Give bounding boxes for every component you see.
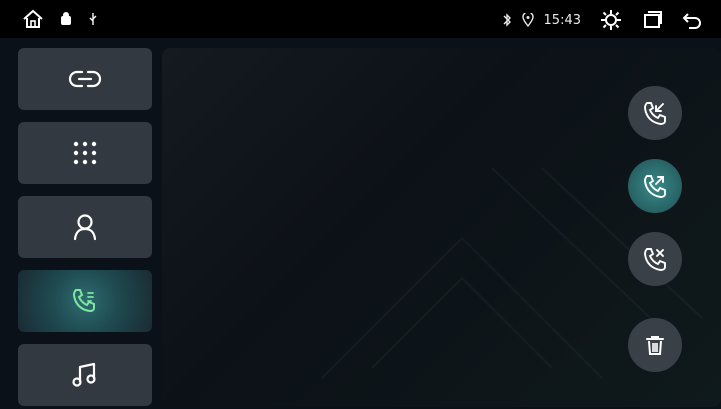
status-bar: 15:43 [0, 0, 721, 38]
delete-icon [642, 332, 668, 358]
home-icon[interactable] [22, 9, 44, 29]
outgoing-calls-icon [641, 172, 669, 200]
usb-icon [88, 12, 98, 26]
bluetooth-icon [502, 13, 512, 27]
dialpad-icon [70, 138, 100, 168]
call-log-panel [162, 48, 721, 407]
incoming-calls-icon [641, 99, 669, 127]
delete-call-log-button[interactable] [628, 318, 682, 372]
outgoing-calls-button[interactable] [628, 159, 682, 213]
music-icon [70, 360, 100, 390]
contacts-icon [70, 212, 100, 242]
sidebar-item-music[interactable] [18, 344, 152, 406]
missed-calls-button[interactable] [628, 232, 682, 286]
location-icon [521, 13, 534, 27]
missed-calls-icon [641, 245, 669, 273]
sidebar-item-call-log[interactable] [18, 270, 152, 332]
sidebar [18, 48, 152, 407]
link-icon [68, 68, 102, 90]
back-icon[interactable] [681, 9, 703, 31]
recent-apps-icon[interactable] [641, 9, 663, 31]
sidebar-item-link[interactable] [18, 48, 152, 110]
sidebar-item-dialpad[interactable] [18, 122, 152, 184]
sidebar-item-contacts[interactable] [18, 196, 152, 258]
call-log-icon [69, 285, 101, 317]
phone-app [0, 38, 721, 409]
android-icon [60, 12, 72, 26]
brightness-icon[interactable] [599, 8, 623, 32]
clock-time: 15:43 [543, 12, 581, 28]
incoming-calls-button[interactable] [628, 86, 682, 140]
